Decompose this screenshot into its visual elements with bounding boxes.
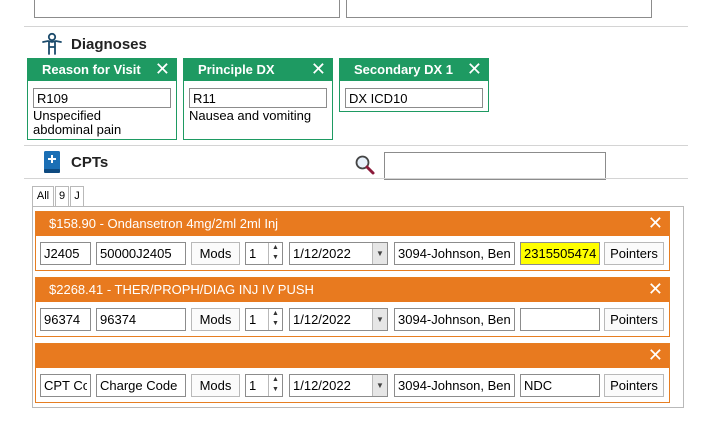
quantity-stepper[interactable]: 1 ▲ ▼ <box>245 308 283 331</box>
person-icon <box>40 32 64 56</box>
cpt-card-header: $2268.41 - THER/PROPH/DIAG INJ IV PUSH ✕ <box>36 278 669 302</box>
charge-code-input[interactable] <box>96 242 186 265</box>
dx-card-secondary-1: Secondary DX 1 ✕ <box>339 58 489 112</box>
cpt-card-title: $158.90 - Ondansetron 4mg/2ml 2ml Inj <box>49 216 279 231</box>
provider-input[interactable] <box>394 308 515 331</box>
ndc-input[interactable] <box>520 308 600 331</box>
close-icon[interactable]: ✕ <box>648 278 663 300</box>
close-icon[interactable]: ✕ <box>648 344 663 366</box>
stepper-up-icon[interactable]: ▲ <box>269 243 282 253</box>
cpts-title: CPTs <box>71 154 109 171</box>
top-field-left[interactable] <box>34 0 340 18</box>
dx-card-principle: Principle DX ✕ Nausea and vomiting <box>183 58 333 140</box>
stepper-down-icon[interactable]: ▼ <box>269 319 282 329</box>
cpt-card: $158.90 - Ondansetron 4mg/2ml 2ml Inj ✕ … <box>35 211 670 271</box>
close-icon[interactable]: ✕ <box>467 58 482 80</box>
dx-card-header: Principle DX ✕ <box>184 59 332 81</box>
date-value: 1/12/2022 <box>293 378 351 393</box>
close-icon[interactable]: ✕ <box>311 58 326 80</box>
cpt-card-header: $158.90 - Ondansetron 4mg/2ml 2ml Inj ✕ <box>36 212 669 236</box>
cpt-card: $2268.41 - THER/PROPH/DIAG INJ IV PUSH ✕… <box>35 277 670 337</box>
search-icon[interactable] <box>354 154 376 176</box>
stepper-up-icon[interactable]: ▲ <box>269 375 282 385</box>
stepper-down-icon[interactable]: ▼ <box>269 385 282 395</box>
chevron-down-icon[interactable]: ▼ <box>372 375 387 396</box>
stepper-arrows: ▲ ▼ <box>268 375 282 396</box>
tab-all[interactable]: All <box>32 186 54 206</box>
ndc-input[interactable] <box>520 242 600 265</box>
date-picker[interactable]: 1/12/2022 ▼ <box>289 308 388 331</box>
mods-button[interactable]: Mods <box>191 374 240 397</box>
pointers-button[interactable]: Pointers <box>604 308 664 331</box>
diagnoses-title: Diagnoses <box>71 36 147 53</box>
stepper-arrows: ▲ ▼ <box>268 309 282 330</box>
quantity-stepper[interactable]: 1 ▲ ▼ <box>245 374 283 397</box>
dx-description: Unspecified abdominal pain <box>33 108 122 137</box>
dx-card-header: Reason for Visit ✕ <box>28 59 176 81</box>
quantity-value: 1 <box>249 378 257 393</box>
date-picker[interactable]: 1/12/2022 ▼ <box>289 242 388 265</box>
section-divider <box>24 145 688 146</box>
date-value: 1/12/2022 <box>293 312 351 327</box>
cpt-code-input[interactable] <box>40 308 91 331</box>
close-icon[interactable]: ✕ <box>648 212 663 234</box>
dx-description: Nausea and vomiting <box>189 108 312 123</box>
dx-code-input[interactable] <box>189 88 327 108</box>
close-icon[interactable]: ✕ <box>155 58 170 80</box>
charge-code-input[interactable] <box>96 308 186 331</box>
date-value: 1/12/2022 <box>293 246 351 261</box>
mods-button[interactable]: Mods <box>191 308 240 331</box>
dx-card-title: Secondary DX 1 <box>354 62 453 77</box>
top-divider <box>24 26 688 27</box>
tab-j[interactable]: J <box>70 186 84 206</box>
chevron-down-icon[interactable]: ▼ <box>372 309 387 330</box>
mods-button[interactable]: Mods <box>191 242 240 265</box>
ndc-input[interactable] <box>520 374 600 397</box>
cpt-code-input[interactable] <box>40 374 91 397</box>
dx-card-header: Secondary DX 1 ✕ <box>340 59 488 81</box>
quantity-value: 1 <box>249 312 257 327</box>
stepper-up-icon[interactable]: ▲ <box>269 309 282 319</box>
book-icon <box>42 150 62 174</box>
quantity-value: 1 <box>249 246 257 261</box>
cpt-divider <box>24 178 688 179</box>
dx-code-input[interactable] <box>33 88 171 108</box>
dx-code-input[interactable] <box>345 88 483 108</box>
cpt-card-header: ✕ <box>36 344 669 368</box>
chevron-down-icon[interactable]: ▼ <box>372 243 387 264</box>
cpt-card-title: $2268.41 - THER/PROPH/DIAG INJ IV PUSH <box>49 282 314 297</box>
stepper-arrows: ▲ ▼ <box>268 243 282 264</box>
stepper-down-icon[interactable]: ▼ <box>269 253 282 263</box>
quantity-stepper[interactable]: 1 ▲ ▼ <box>245 242 283 265</box>
date-picker[interactable]: 1/12/2022 ▼ <box>289 374 388 397</box>
cpt-code-input[interactable] <box>40 242 91 265</box>
provider-input[interactable] <box>394 242 515 265</box>
tab-9[interactable]: 9 <box>55 186 69 206</box>
provider-input[interactable] <box>394 374 515 397</box>
dx-card-reason-for-visit: Reason for Visit ✕ Unspecified abdominal… <box>27 58 177 140</box>
dx-card-title: Reason for Visit <box>42 62 141 77</box>
cpt-search-input[interactable] <box>384 152 606 180</box>
pointers-button[interactable]: Pointers <box>604 242 664 265</box>
top-field-right[interactable] <box>346 0 652 18</box>
cpt-card: ✕ Mods 1 ▲ ▼ 1/12/2022 ▼ Pointers <box>35 343 670 403</box>
dx-card-title: Principle DX <box>198 62 275 77</box>
pointers-button[interactable]: Pointers <box>604 374 664 397</box>
charge-code-input[interactable] <box>96 374 186 397</box>
